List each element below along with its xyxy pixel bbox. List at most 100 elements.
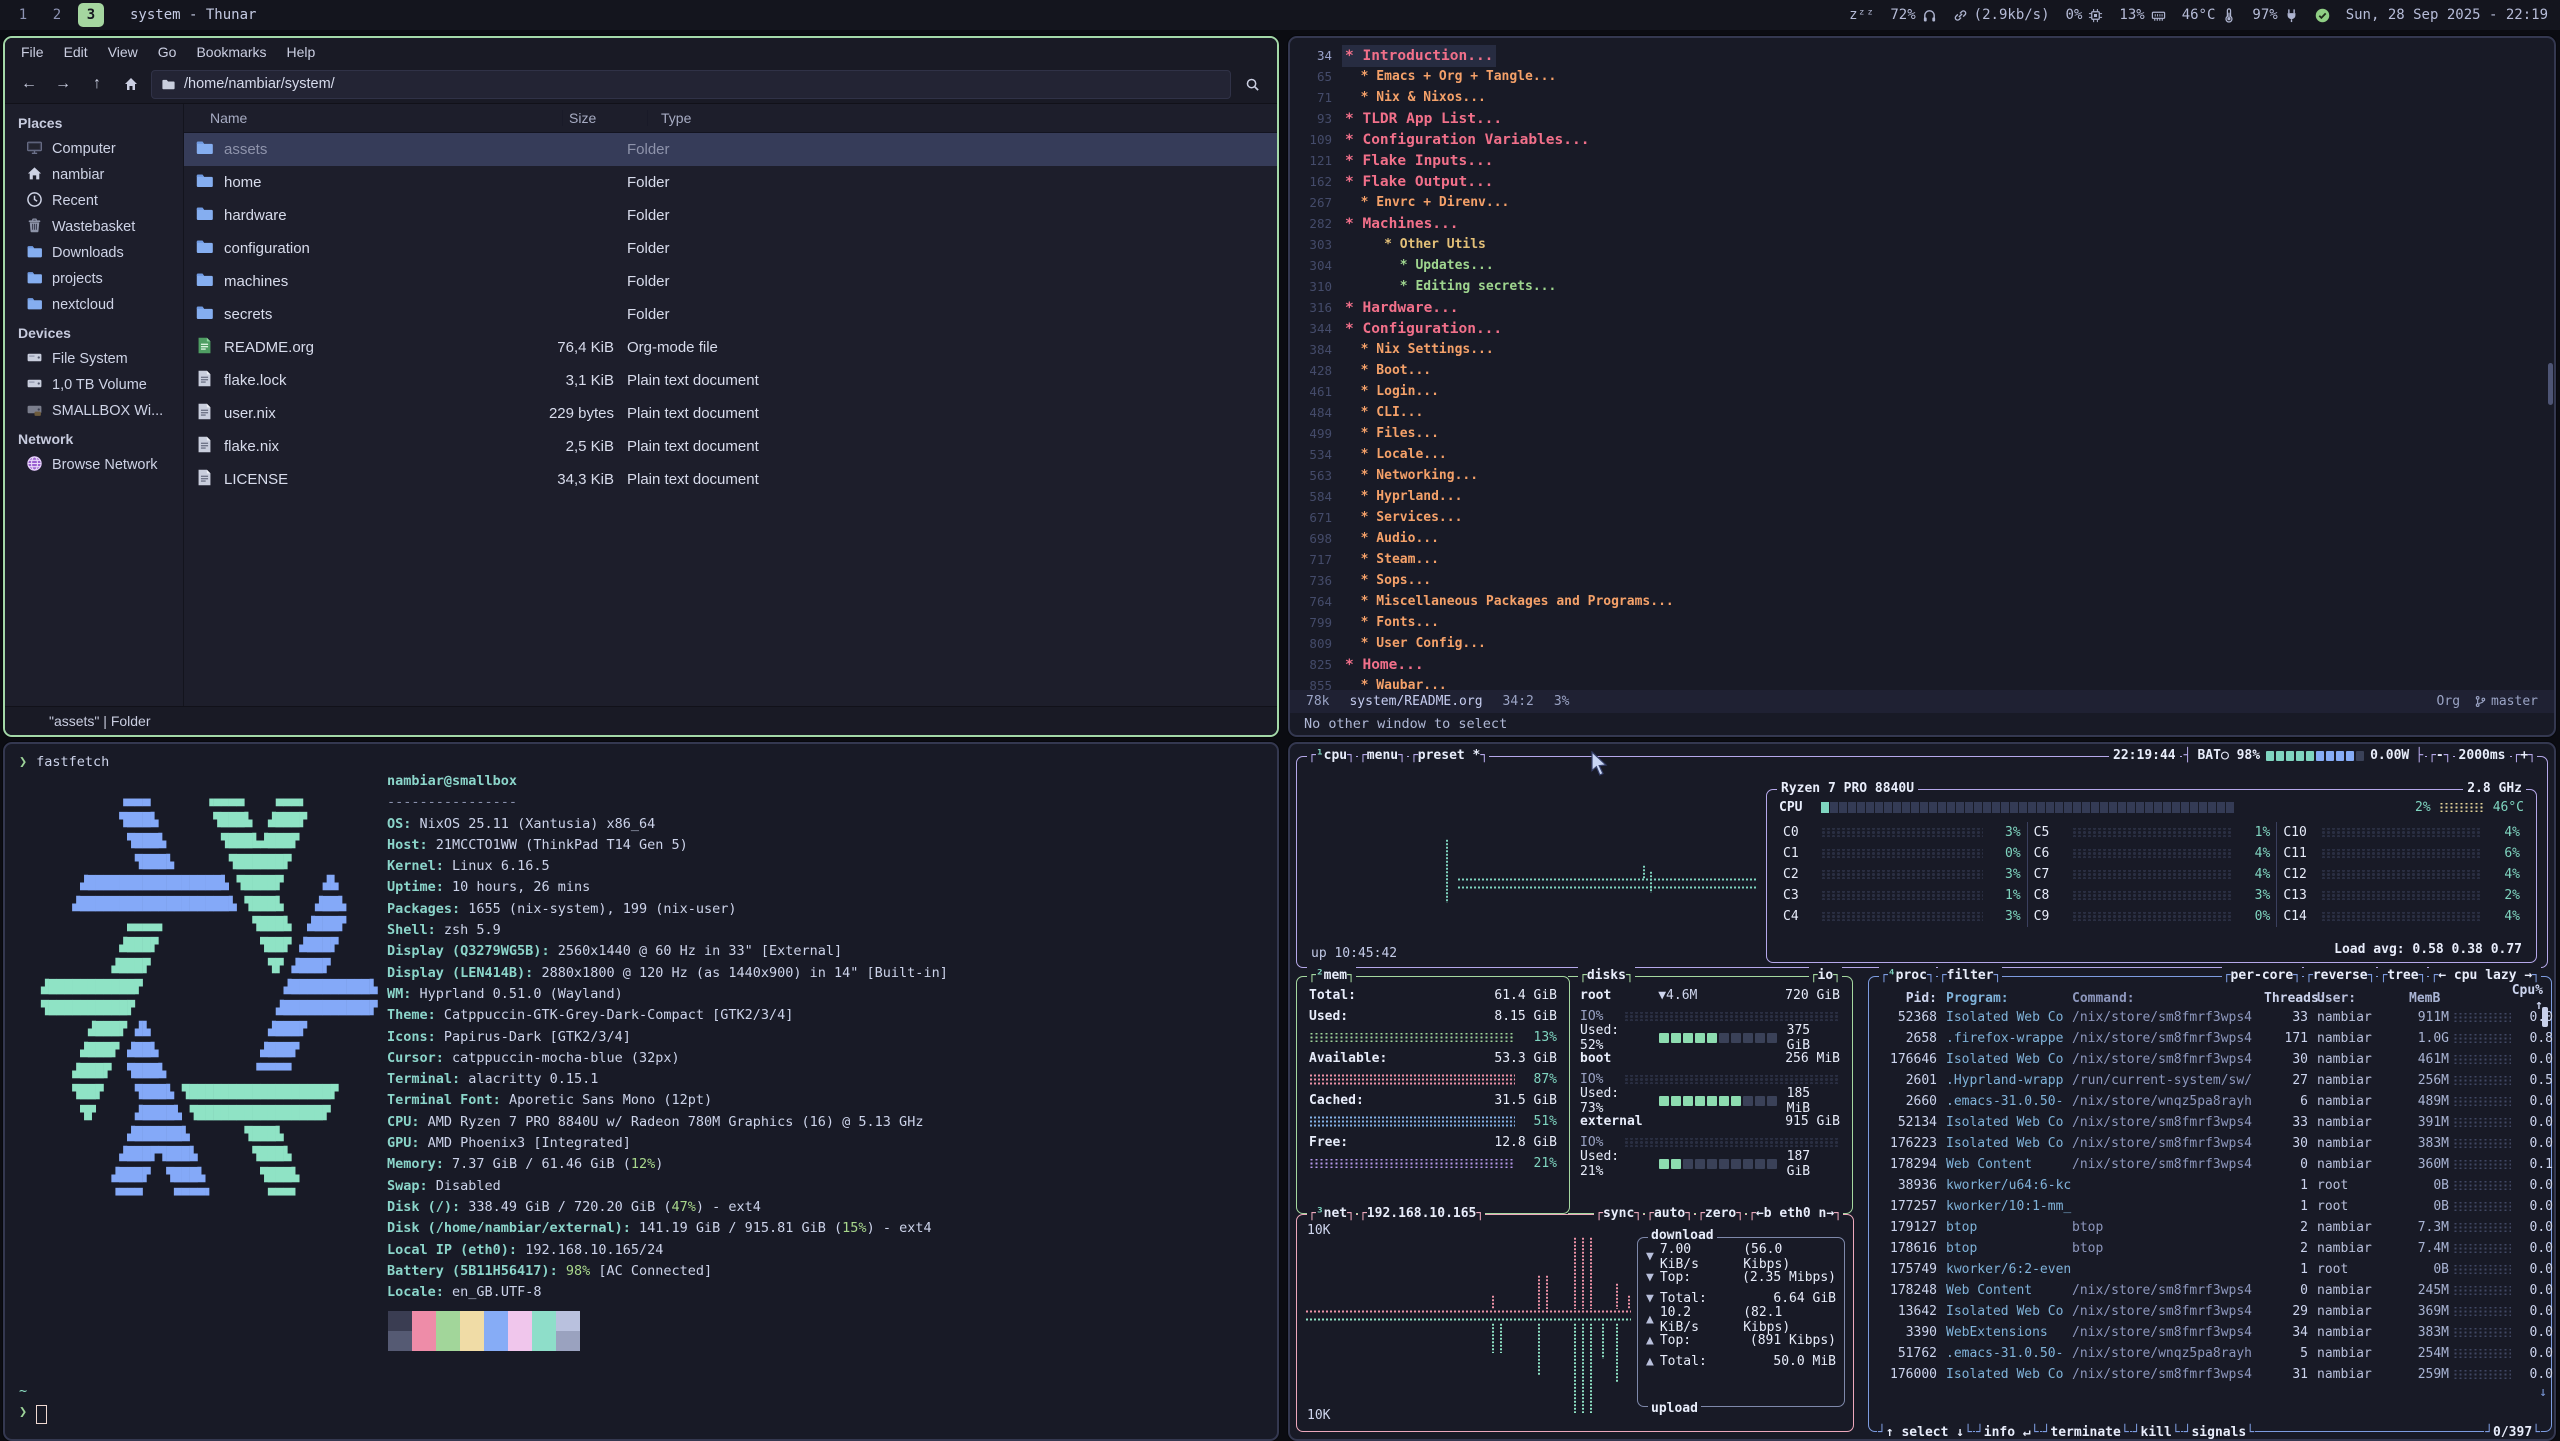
back-button[interactable]: ← bbox=[15, 71, 43, 97]
proc-header-threads[interactable]: Threads: bbox=[2264, 991, 2308, 1006]
proc-row-pid-3390[interactable]: 3390WebExtensions/nix/store/sm8fmrf3wps4… bbox=[1877, 1322, 2537, 1343]
org-heading-line[interactable]: 267 * Envrc + Direnv... bbox=[1290, 192, 2554, 213]
file-row-machines[interactable]: machinesFolder bbox=[184, 265, 1277, 298]
org-heading-line[interactable]: 310 * Editing secrets... bbox=[1290, 276, 2554, 297]
org-heading-line[interactable]: 584 * Hyprland... bbox=[1290, 486, 2554, 507]
proc-row-pid-13642[interactable]: 13642Isolated Web Co/nix/store/sm8fmrf3w… bbox=[1877, 1301, 2537, 1322]
proc-row-pid-176223[interactable]: 176223Isolated Web Co/nix/store/sm8fmrf3… bbox=[1877, 1133, 2537, 1154]
btop-mem-tab[interactable]: ²mem bbox=[1307, 967, 1356, 984]
workspace-1[interactable]: 1 bbox=[10, 3, 36, 27]
file-row-readme.org[interactable]: README.org76,4 KiBOrg-mode file bbox=[184, 331, 1277, 364]
menu-help[interactable]: Help bbox=[277, 44, 326, 60]
sidebar-item-nextcloud[interactable]: nextcloud bbox=[5, 292, 183, 318]
proc-filter-button[interactable]: filter bbox=[1938, 967, 2003, 984]
module-network-speed[interactable]: (2.9kb/s) bbox=[1953, 7, 2050, 23]
org-heading-line[interactable]: 563 * Networking... bbox=[1290, 465, 2554, 486]
proc-per-core-button[interactable]: per-core bbox=[2222, 967, 2302, 984]
module-cpu[interactable]: 0% bbox=[2066, 7, 2104, 23]
org-heading-line[interactable]: 344* Configuration... bbox=[1290, 318, 2554, 339]
proc-signals-button[interactable]: signals bbox=[2183, 1424, 2255, 1441]
org-heading-line[interactable]: 282* Machines... bbox=[1290, 213, 2554, 234]
sidebar-item-browse-network[interactable]: Browse Network bbox=[5, 452, 183, 478]
sidebar-item-downloads[interactable]: Downloads bbox=[5, 240, 183, 266]
btop-preset-button[interactable]: preset * bbox=[1409, 747, 1489, 764]
column-size[interactable]: Size bbox=[563, 110, 648, 126]
org-heading-line[interactable]: 316* Hardware... bbox=[1290, 297, 2554, 318]
file-row-user.nix[interactable]: user.nix229 bytesPlain text document bbox=[184, 397, 1277, 430]
path-bar[interactable]: /home/nambiar/system/ bbox=[151, 70, 1231, 99]
org-heading-line[interactable]: 428 * Boot... bbox=[1290, 360, 2554, 381]
btop-proc-tab[interactable]: ⁴proc bbox=[1879, 967, 1936, 984]
menu-edit[interactable]: Edit bbox=[54, 44, 98, 60]
module-clock[interactable]: Sun, 28 Sep 2025 - 22:19 bbox=[2346, 7, 2548, 23]
column-type[interactable]: Type bbox=[648, 110, 1277, 126]
org-heading-line[interactable]: 461 * Login... bbox=[1290, 381, 2554, 402]
module-status-ok[interactable] bbox=[2315, 8, 2330, 23]
net-auto-button[interactable]: auto bbox=[1645, 1205, 1694, 1222]
interval-increase-button[interactable]: + bbox=[2512, 747, 2537, 764]
org-heading-line[interactable]: 34* Introduction... bbox=[1290, 45, 2554, 66]
org-heading-line[interactable]: 121* Flake Inputs... bbox=[1290, 150, 2554, 171]
file-row-flake.nix[interactable]: flake.nix2,5 KiBPlain text document bbox=[184, 430, 1277, 463]
module-idle-inhibitor[interactable]: zᶻᶻ bbox=[1849, 7, 1874, 23]
org-heading-line[interactable]: 484 * CLI... bbox=[1290, 402, 2554, 423]
net-ip-address[interactable]: 192.168.10.165 bbox=[1358, 1205, 1485, 1222]
org-heading-line[interactable]: 764 * Miscellaneous Packages and Program… bbox=[1290, 591, 2554, 612]
prompt-line-2[interactable]: ❯ bbox=[19, 1404, 47, 1424]
menu-go[interactable]: Go bbox=[148, 44, 187, 60]
btop-cpu-tab[interactable]: ¹cpu bbox=[1307, 747, 1356, 764]
scrollbar-thumb[interactable] bbox=[2548, 363, 2553, 405]
menu-file[interactable]: File bbox=[11, 44, 54, 60]
proc-scrollbar-thumb[interactable] bbox=[2542, 1007, 2548, 1027]
interval-decrease-button[interactable]: - bbox=[2427, 747, 2452, 764]
org-heading-line[interactable]: 65 * Emacs + Org + Tangle... bbox=[1290, 66, 2554, 87]
org-heading-line[interactable]: 799 * Fonts... bbox=[1290, 612, 2554, 633]
org-heading-line[interactable]: 304 * Updates... bbox=[1290, 255, 2554, 276]
proc-header-command[interactable]: Command: bbox=[2072, 991, 2264, 1006]
up-button[interactable]: ↑ bbox=[83, 71, 111, 97]
sidebar-item-wastebasket[interactable]: Wastebasket bbox=[5, 214, 183, 240]
module-battery[interactable]: 97% bbox=[2252, 7, 2298, 23]
org-heading-line[interactable]: 162* Flake Output... bbox=[1290, 171, 2554, 192]
proc-tree-button[interactable]: tree bbox=[2378, 967, 2427, 984]
proc-select-button[interactable]: ↑ select ↓ bbox=[1877, 1424, 1973, 1441]
workspace-2[interactable]: 2 bbox=[44, 3, 70, 27]
file-row-assets[interactable]: assetsFolder bbox=[184, 133, 1277, 166]
org-heading-line[interactable]: 109* Configuration Variables... bbox=[1290, 129, 2554, 150]
proc-row-pid-175749[interactable]: 175749kworker/6:2-even1root0B0.0 bbox=[1877, 1259, 2537, 1280]
file-row-license[interactable]: LICENSE34,3 KiBPlain text document bbox=[184, 463, 1277, 496]
btop-net-tab[interactable]: ³net bbox=[1307, 1205, 1356, 1222]
workspace-3[interactable]: 3 bbox=[78, 3, 104, 27]
proc-row-pid-176000[interactable]: 176000Isolated Web Co/nix/store/sm8fmrf3… bbox=[1877, 1364, 2537, 1385]
org-heading-line[interactable]: 671 * Services... bbox=[1290, 507, 2554, 528]
proc-row-pid-2658[interactable]: 2658.firefox-wrappe/nix/store/sm8fmrf3wp… bbox=[1877, 1028, 2537, 1049]
proc-row-pid-178294[interactable]: 178294Web Content/nix/store/sm8fmrf3wps4… bbox=[1877, 1154, 2537, 1175]
sidebar-item-1-0-tb-volume[interactable]: 1,0 TB Volume bbox=[5, 372, 183, 398]
sidebar-item-file-system[interactable]: File System bbox=[5, 346, 183, 372]
proc-header-user[interactable]: User: bbox=[2317, 991, 2399, 1006]
proc-header-program[interactable]: Program: bbox=[1946, 991, 2072, 1006]
org-heading-line[interactable]: 698 * Audio... bbox=[1290, 528, 2554, 549]
file-row-secrets[interactable]: secretsFolder bbox=[184, 298, 1277, 331]
proc-row-pid-176646[interactable]: 176646Isolated Web Co/nix/store/sm8fmrf3… bbox=[1877, 1049, 2537, 1070]
proc-row-pid-178616[interactable]: 178616btopbtop2nambiar7.4M0.0 bbox=[1877, 1238, 2537, 1259]
org-heading-line[interactable]: 809 * User Config... bbox=[1290, 633, 2554, 654]
org-heading-line[interactable]: 499 * Files... bbox=[1290, 423, 2554, 444]
sidebar-item-nambiar[interactable]: nambiar bbox=[5, 162, 183, 188]
org-heading-line[interactable]: 71 * Nix & Nixos... bbox=[1290, 87, 2554, 108]
sidebar-item-recent[interactable]: Recent bbox=[5, 188, 183, 214]
proc-header-memb[interactable]: MemB bbox=[2399, 991, 2505, 1006]
file-row-home[interactable]: homeFolder bbox=[184, 166, 1277, 199]
proc-row-pid-52368[interactable]: 52368Isolated Web Co/nix/store/sm8fmrf3w… bbox=[1877, 1007, 2537, 1028]
proc-row-pid-177257[interactable]: 177257kworker/10:1-mm_1root0B0.0 bbox=[1877, 1196, 2537, 1217]
btop-disks-tab[interactable]: disks bbox=[1578, 967, 1635, 984]
file-row-hardware[interactable]: hardwareFolder bbox=[184, 199, 1277, 232]
module-memory[interactable]: 13% bbox=[2119, 7, 2165, 23]
forward-button[interactable]: → bbox=[49, 71, 77, 97]
proc-row-pid-2601[interactable]: 2601.Hyprland-wrapp/run/current-system/s… bbox=[1877, 1070, 2537, 1091]
proc-row-pid-178248[interactable]: 178248Web Content/nix/store/sm8fmrf3wps4… bbox=[1877, 1280, 2537, 1301]
proc-kill-button[interactable]: kill bbox=[2132, 1424, 2181, 1441]
menu-view[interactable]: View bbox=[98, 44, 148, 60]
org-heading-line[interactable]: 384 * Nix Settings... bbox=[1290, 339, 2554, 360]
btop-menu-button[interactable]: menu bbox=[1358, 747, 1407, 764]
